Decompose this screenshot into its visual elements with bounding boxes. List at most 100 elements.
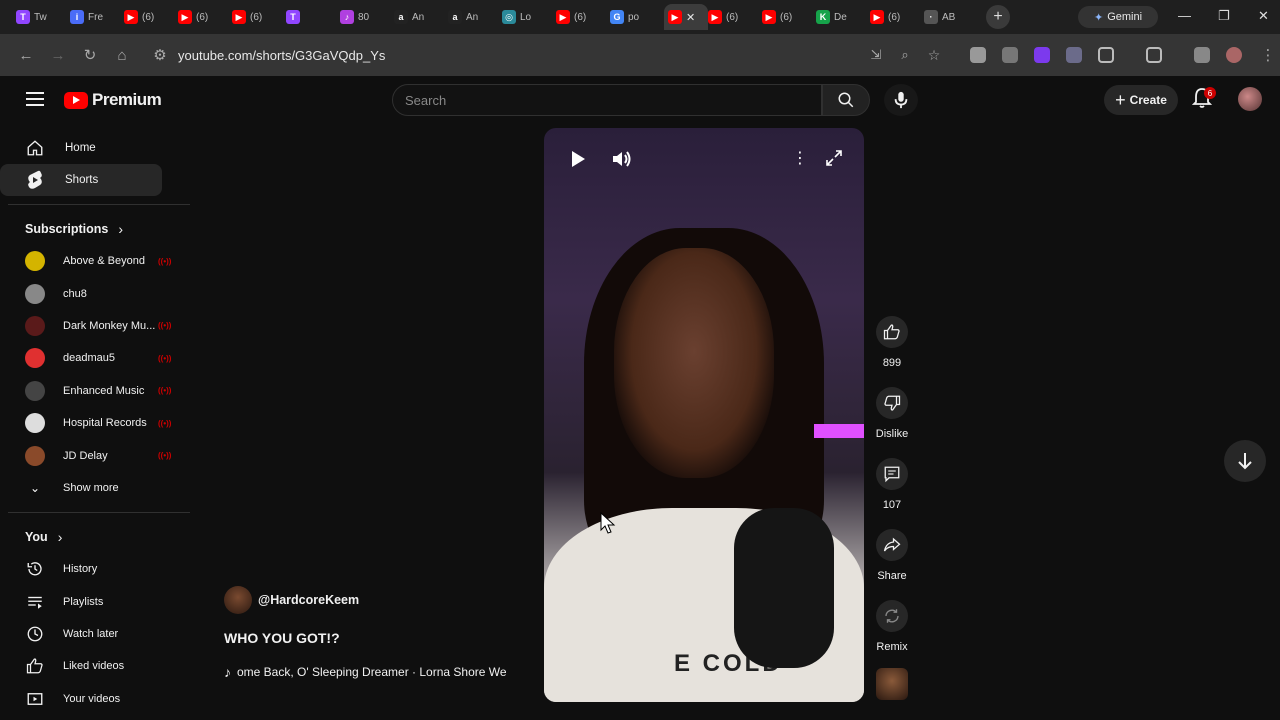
- remix-action[interactable]: Remix: [872, 600, 912, 653]
- subscription-item[interactable]: Hospital Records ((•)): [0, 407, 190, 439]
- browser-tab[interactable]: ▶ (6): [556, 4, 610, 30]
- profile-avatar[interactable]: [1226, 47, 1242, 63]
- browser-tab[interactable]: Gpo: [610, 4, 664, 30]
- restore-icon[interactable]: ❐: [1218, 8, 1230, 24]
- forward-icon[interactable]: →: [42, 47, 74, 64]
- media-controls-icon[interactable]: [1194, 47, 1210, 63]
- menu-icon[interactable]: [26, 92, 44, 110]
- search-button[interactable]: [822, 84, 870, 116]
- live-indicator-icon: ((•)): [158, 321, 172, 331]
- subscription-item[interactable]: JD Delay ((•)): [0, 439, 190, 471]
- play-button[interactable]: [570, 150, 586, 173]
- install-app-icon[interactable]: ⇲: [860, 47, 892, 63]
- remix-button[interactable]: [876, 600, 908, 632]
- browser-tab[interactable]: T Tw: [16, 4, 70, 30]
- volume-button[interactable]: [612, 150, 632, 173]
- browser-toolbar: ← → ↻ ⌂ ⚙ youtube.com/shorts/G3GaVQdp_Ys…: [0, 34, 1280, 76]
- browser-tab[interactable]: ▶ (6): [178, 4, 232, 30]
- browser-tab[interactable]: ▶ (6): [708, 4, 762, 30]
- subscription-item[interactable]: Enhanced Music ((•)): [0, 375, 190, 407]
- channel-name[interactable]: @HardcoreKeem: [258, 593, 359, 607]
- browser-menu-icon[interactable]: ⋮: [1252, 46, 1280, 64]
- minimize-icon[interactable]: —: [1178, 8, 1191, 23]
- close-window-icon[interactable]: ✕: [1258, 8, 1269, 24]
- browser-tab-active[interactable]: ▶ ✕: [664, 4, 708, 30]
- subscription-item[interactable]: deadmau5 ((•)): [0, 342, 190, 374]
- create-button[interactable]: + Create: [1104, 85, 1178, 115]
- fullscreen-button[interactable]: [826, 150, 842, 171]
- like-count: 899: [882, 357, 902, 369]
- you-heading[interactable]: You ›: [0, 521, 190, 553]
- show-more-button[interactable]: ⌄ Show more: [0, 472, 190, 504]
- channel-avatar[interactable]: [224, 586, 252, 614]
- next-short-button[interactable]: [1224, 440, 1266, 482]
- account-avatar[interactable]: [1238, 87, 1262, 111]
- sidebar-item-shorts[interactable]: Shorts: [0, 164, 162, 196]
- browser-tab[interactable]: K De: [816, 4, 870, 30]
- comment-action[interactable]: 107: [872, 458, 912, 511]
- side-panel-icon[interactable]: [1146, 47, 1162, 63]
- music-ticker[interactable]: ♪ ome Back, O' Sleeping Dreamer · Lorna …: [224, 664, 534, 680]
- youtube-logo[interactable]: Premium: [64, 90, 162, 110]
- sound-thumbnail[interactable]: [876, 668, 908, 700]
- close-tab-icon[interactable]: ✕: [686, 11, 695, 24]
- sidebar-item-playlists[interactable]: Playlists: [0, 586, 190, 618]
- music-note-icon: ♪: [224, 664, 231, 680]
- subscriptions-list: Above & Beyond ((•)) chu8 Dark Monkey Mu...…: [0, 245, 190, 472]
- extension-icon[interactable]: [1034, 47, 1050, 63]
- share-action[interactable]: Share: [872, 529, 912, 582]
- shield-extension-icon[interactable]: [1066, 47, 1082, 63]
- browser-tab[interactable]: a An: [394, 4, 448, 30]
- back-icon[interactable]: ←: [10, 47, 42, 64]
- extension-icon[interactable]: [970, 47, 986, 63]
- browser-tab[interactable]: i Fre: [70, 4, 124, 30]
- browser-tab[interactable]: · AB: [924, 4, 978, 30]
- browser-tab[interactable]: T: [286, 4, 340, 30]
- dislike-action[interactable]: Dislike: [872, 387, 912, 440]
- subscription-item[interactable]: chu8: [0, 277, 190, 309]
- share-button[interactable]: [876, 529, 908, 561]
- short-video-player[interactable]: E COLD ⋮: [544, 128, 864, 702]
- voice-search-button[interactable]: [884, 84, 918, 116]
- sidebar-item-watch-later[interactable]: Watch later: [0, 618, 190, 650]
- sidebar-item-home[interactable]: Home: [0, 132, 162, 164]
- sidebar-item-liked-videos[interactable]: Liked videos: [0, 650, 190, 682]
- like-button[interactable]: [876, 316, 908, 348]
- subscription-name: chu8: [63, 287, 87, 300]
- browser-tab[interactable]: ♪ 80: [340, 4, 394, 30]
- subscription-item[interactable]: Above & Beyond ((•)): [0, 245, 190, 277]
- video-frame-microphone: [734, 508, 834, 668]
- new-tab-button[interactable]: +: [986, 5, 1010, 29]
- more-options-icon[interactable]: ⋮: [792, 148, 808, 168]
- extension-icon[interactable]: [1002, 47, 1018, 63]
- sidebar-item-history[interactable]: History: [0, 553, 190, 585]
- tab-label: (6): [250, 11, 263, 23]
- comment-icon: [884, 466, 900, 483]
- search-input[interactable]: Search: [392, 84, 822, 116]
- site-info-icon[interactable]: ⚙: [144, 46, 176, 64]
- browser-tab[interactable]: ◎ Lo: [502, 4, 556, 30]
- short-title: WHO YOU GOT!?: [224, 630, 340, 646]
- subscriptions-heading[interactable]: Subscriptions ›: [0, 213, 190, 245]
- gemini-button[interactable]: ✦ Gemini: [1078, 6, 1158, 28]
- browser-tab[interactable]: a An: [448, 4, 502, 30]
- sidebar-item-label: Playlists: [63, 595, 104, 608]
- zoom-icon[interactable]: ⌕: [889, 47, 921, 63]
- home-browser-icon[interactable]: ⌂: [106, 47, 138, 64]
- subscription-item[interactable]: Dark Monkey Mu... ((•)): [0, 310, 190, 342]
- channel-info[interactable]: @HardcoreKeem: [224, 586, 359, 614]
- arrow-down-icon: [1238, 453, 1252, 470]
- comments-button[interactable]: [876, 458, 908, 490]
- browser-tab[interactable]: ▶ (6): [124, 4, 178, 30]
- dislike-button[interactable]: [876, 387, 908, 419]
- like-action[interactable]: 899: [872, 316, 912, 369]
- bookmark-star-icon[interactable]: ☆: [918, 47, 950, 64]
- tab-label: Tw: [34, 11, 47, 23]
- sidebar-item-your-videos[interactable]: Your videos: [0, 683, 190, 715]
- browser-tab[interactable]: ▶ (6): [870, 4, 924, 30]
- browser-tab[interactable]: ▶ (6): [762, 4, 816, 30]
- browser-tab[interactable]: ▶ (6): [232, 4, 286, 30]
- extensions-puzzle-icon[interactable]: [1098, 47, 1114, 63]
- address-bar[interactable]: youtube.com/shorts/G3GaVQdp_Ys: [178, 48, 385, 63]
- reload-icon[interactable]: ↻: [74, 46, 106, 64]
